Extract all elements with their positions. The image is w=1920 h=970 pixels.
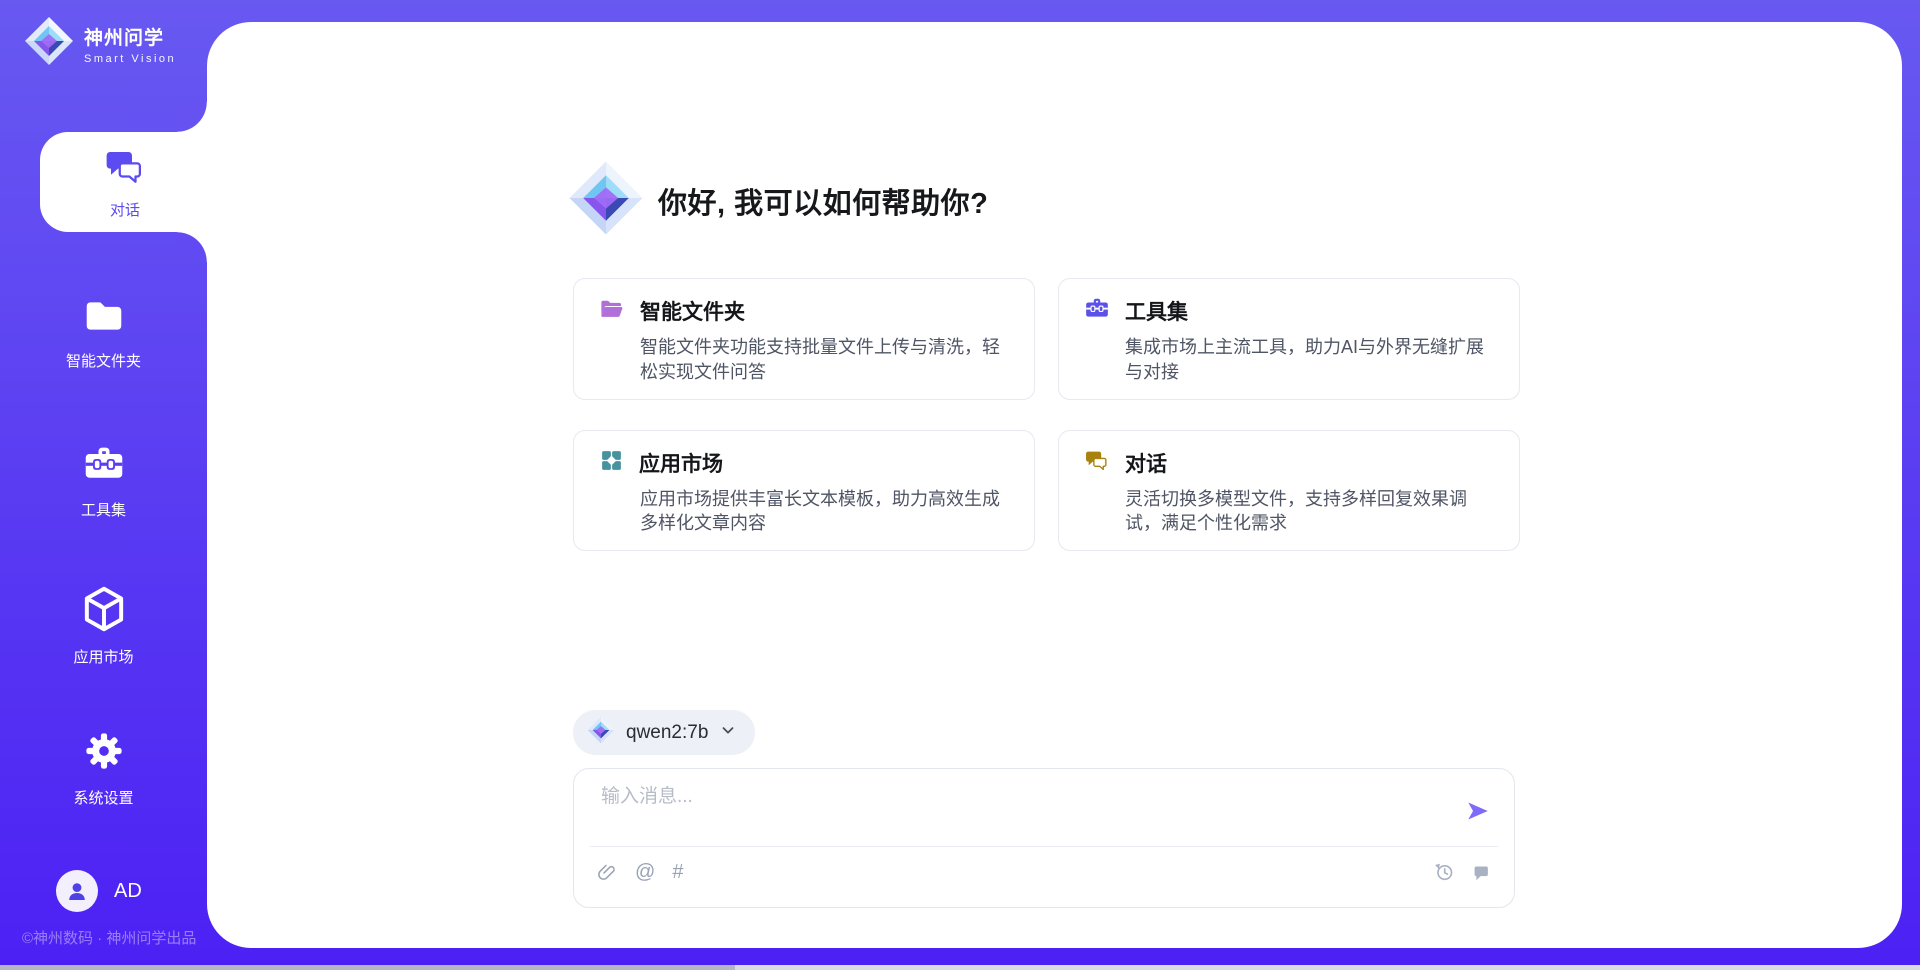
card-description: 智能文件夹功能支持批量文件上传与清洗，轻松实现文件问答: [640, 335, 1010, 385]
sidebar-item-label: 工具集: [81, 499, 126, 520]
hashtag-icon[interactable]: #: [672, 862, 683, 882]
card-description: 应用市场提供丰富长文本模板，助力高效生成多样化文章内容: [640, 487, 1010, 537]
sidebar-item-chat[interactable]: 对话: [40, 132, 210, 232]
card-chat[interactable]: 对话 灵活切换多模型文件，支持多样回复效果调试，满足个性化需求: [1058, 430, 1520, 552]
card-description: 灵活切换多模型文件，支持多样回复效果调试，满足个性化需求: [1125, 487, 1495, 537]
active-tab-corner-bottom: [177, 232, 207, 262]
send-icon[interactable]: [1464, 797, 1492, 825]
greeting-diamond-logo-icon: [568, 160, 644, 241]
mention-icon[interactable]: @: [635, 862, 655, 882]
user-profile[interactable]: AD: [56, 870, 142, 912]
model-name: qwen2:7b: [626, 722, 708, 744]
composer-toolbar: @ #: [596, 861, 1492, 883]
folder-icon: [82, 296, 126, 341]
horizontal-scrollbar-thumb[interactable]: [0, 965, 735, 970]
chat-bubbles-icon: [104, 145, 146, 192]
brand: 神州问学 Smart Vision: [24, 16, 176, 71]
sidebar-item-settings[interactable]: 系统设置: [0, 729, 207, 808]
card-title: 工具集: [1125, 296, 1188, 326]
avatar: [56, 870, 98, 912]
sidebar-item-toolset[interactable]: 工具集: [0, 443, 207, 520]
card-title: 对话: [1125, 448, 1167, 478]
composer: @ #: [573, 768, 1515, 908]
message-input[interactable]: [599, 785, 1433, 809]
attachment-icon[interactable]: [596, 861, 618, 883]
brand-diamond-logo-icon: [24, 16, 74, 71]
feature-cards: 智能文件夹 智能文件夹功能支持批量文件上传与清洗，轻松实现文件问答: [573, 278, 1520, 551]
sidebar-item-app-market[interactable]: 应用市场: [0, 586, 207, 667]
composer-divider: [590, 846, 1498, 847]
footer-credit: ©神州数码 · 神州问学出品: [22, 927, 196, 948]
briefcase-icon: [82, 443, 126, 490]
gear-icon: [82, 729, 126, 778]
brand-name: 神州问学: [84, 23, 176, 50]
comment-icon[interactable]: [1470, 861, 1492, 883]
card-app-market[interactable]: 应用市场 应用市场提供丰富长文本模板，助力高效生成多样化文章内容: [573, 430, 1035, 552]
folder-open-icon: [599, 297, 625, 326]
horizontal-scrollbar-track: [0, 965, 1920, 970]
card-title: 应用市场: [639, 448, 723, 478]
briefcase-icon: [1084, 296, 1110, 326]
active-tab-corner-top: [177, 102, 207, 132]
chat-bubbles-icon: [1084, 448, 1110, 477]
sidebar-item-label: 应用市场: [73, 646, 133, 667]
card-title: 智能文件夹: [640, 296, 745, 326]
cube-icon: [82, 586, 126, 637]
history-icon[interactable]: [1433, 861, 1455, 883]
user-initials: AD: [114, 880, 142, 903]
sidebar-item-label: 系统设置: [73, 787, 133, 808]
greeting-row: 你好, 我可以如何帮助你?: [568, 160, 988, 241]
diamond-logo-icon: [587, 716, 615, 749]
sidebar-item-label: 对话: [110, 199, 140, 220]
sidebar-item-label: 智能文件夹: [66, 350, 141, 371]
greeting-title: 你好, 我可以如何帮助你?: [658, 180, 988, 222]
app-root: 神州问学 Smart Vision 对话 智能文件夹: [0, 0, 1920, 970]
chevron-down-icon: [719, 721, 737, 744]
brand-subtitle: Smart Vision: [84, 53, 176, 65]
card-toolset[interactable]: 工具集 集成市场上主流工具，助力AI与外界无缝扩展与对接: [1058, 278, 1520, 400]
card-smart-folder[interactable]: 智能文件夹 智能文件夹功能支持批量文件上传与清洗，轻松实现文件问答: [573, 278, 1035, 400]
model-selector[interactable]: qwen2:7b: [573, 710, 755, 755]
sidebar-item-smart-folder[interactable]: 智能文件夹: [0, 296, 207, 371]
app-grid-icon: [599, 448, 624, 478]
card-description: 集成市场上主流工具，助力AI与外界无缝扩展与对接: [1125, 335, 1495, 385]
